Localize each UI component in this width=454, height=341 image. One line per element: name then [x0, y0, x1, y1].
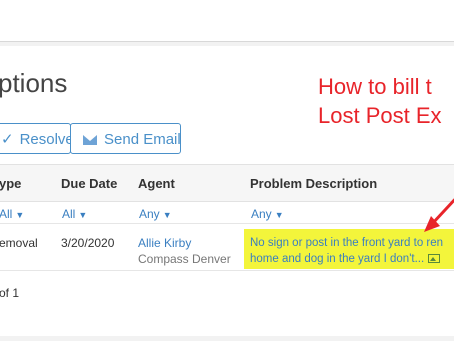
annotation-line-1: How to bill t — [318, 74, 432, 99]
filter-agent-value: Any — [139, 207, 160, 221]
filter-due-date[interactable]: All ▼ — [62, 207, 87, 221]
description-line-1: No sign or post in the front yard to ren — [250, 237, 444, 249]
annotation-callout: How to bill t Lost Post Ex — [318, 72, 454, 130]
row-due-date: 3/20/2020 — [61, 236, 115, 250]
send-email-button[interactable]: Send Email — [70, 123, 181, 154]
filter-icon: ▼ — [162, 210, 172, 220]
image-icon[interactable] — [428, 254, 441, 264]
row-problem-description[interactable]: No sign or post in the front yard to ren… — [250, 235, 443, 267]
filter-agent[interactable]: Any ▼ — [139, 207, 172, 221]
row-type: emoval — [0, 236, 38, 250]
description-line-2-text: home and dog in the yard I don't... — [250, 253, 425, 265]
annotation-line-2: Lost Post Ex — [318, 103, 442, 128]
page-title: ptions — [0, 68, 68, 98]
filter-icon: ▼ — [274, 210, 284, 220]
filter-type-value: All — [0, 207, 13, 221]
check-icon: ✓ — [1, 131, 14, 148]
top-bar — [0, 0, 454, 42]
table-footer-divider — [0, 270, 454, 271]
row-divider — [0, 223, 454, 224]
send-email-label: Send Email — [104, 131, 181, 148]
resolve-button[interactable]: ✓ Resolve — [0, 123, 74, 154]
row-agent-company: Compass Denver — [138, 252, 231, 266]
pager-text: of 1 — [0, 286, 20, 300]
description-line-2: home and dog in the yard I don't... — [250, 251, 443, 267]
filter-problem-description-value: Any — [251, 207, 272, 221]
filter-icon: ▼ — [78, 210, 88, 220]
filter-problem-description[interactable]: Any ▼ — [251, 207, 284, 221]
column-header-agent[interactable]: Agent — [138, 176, 175, 191]
column-header-due-date[interactable]: Due Date — [61, 176, 117, 191]
resolve-label: Resolve — [19, 131, 74, 148]
column-header-type[interactable]: ype — [0, 176, 21, 191]
filter-type[interactable]: All ▼ — [0, 207, 24, 221]
filter-icon: ▼ — [15, 210, 25, 220]
envelope-icon — [83, 135, 97, 145]
row-agent-link[interactable]: Allie Kirby — [138, 236, 191, 250]
filter-due-date-value: All — [62, 207, 76, 221]
column-header-problem-description[interactable]: Problem Description — [250, 176, 377, 191]
